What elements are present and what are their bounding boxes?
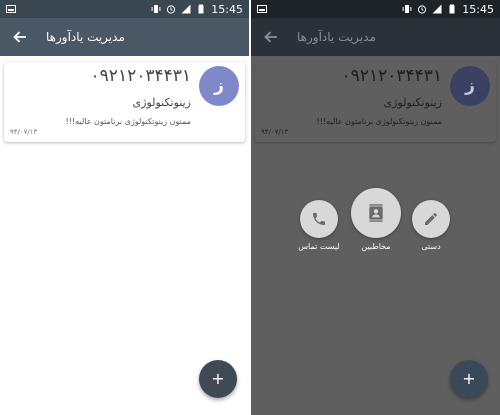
phone-number: ۰۹۲۱۲۰۳۴۴۳۱ bbox=[90, 66, 191, 86]
add-reminder-button[interactable]: + bbox=[199, 360, 237, 398]
reminder-message: ممنون زینوتکنولوژی برنامتون عالیه!!! bbox=[316, 117, 442, 126]
screen-reminder-list: 15:45 مدیریت یادآورها ز ۰۹۲۱۲۰۳۴۴۳۱ زینو… bbox=[0, 0, 249, 415]
battery-icon bbox=[449, 4, 455, 14]
arrow-left-icon bbox=[264, 31, 277, 43]
arrow-left-icon bbox=[13, 31, 26, 43]
vibrate-icon bbox=[151, 5, 161, 13]
add-reminder-button[interactable]: + bbox=[450, 360, 488, 398]
status-bar: 15:45 bbox=[251, 0, 500, 18]
plus-icon: + bbox=[462, 369, 476, 388]
signal-icon bbox=[181, 4, 191, 14]
option-contacts[interactable]: مخاطبین bbox=[350, 188, 402, 251]
option-call-list[interactable]: لیست تماس bbox=[298, 200, 340, 251]
signal-icon bbox=[432, 4, 442, 14]
status-time: 15:45 bbox=[462, 2, 494, 16]
back-button[interactable] bbox=[261, 27, 281, 47]
reminder-card[interactable]: ز ۰۹۲۱۲۰۳۴۴۳۱ زینوتکنولوژی ممنون زینوتکن… bbox=[4, 62, 245, 142]
pencil-icon bbox=[425, 213, 437, 225]
vibrate-icon bbox=[402, 5, 412, 13]
image-notification-icon bbox=[6, 5, 16, 13]
contacts-button[interactable] bbox=[351, 188, 401, 238]
manual-entry-button[interactable] bbox=[412, 200, 450, 238]
contact-name: زینوتکنولوژی bbox=[383, 96, 442, 109]
image-notification-icon bbox=[257, 5, 267, 13]
option-manual[interactable]: دستی bbox=[411, 200, 451, 251]
alarm-icon bbox=[418, 5, 427, 14]
status-time: 15:45 bbox=[211, 2, 243, 16]
screen-add-options: 15:45 مدیریت یادآورها ز ۰۹۲۱۲۰۳۴۴۳۱ زینو… bbox=[251, 0, 500, 415]
app-bar: مدیریت یادآورها bbox=[0, 18, 249, 56]
alarm-icon bbox=[167, 5, 176, 14]
page-title: مدیریت یادآورها bbox=[297, 30, 376, 44]
contacts-label: مخاطبین bbox=[361, 242, 391, 251]
contact-name: زینوتکنولوژی bbox=[132, 96, 191, 109]
reminder-card: ز ۰۹۲۱۲۰۳۴۴۳۱ زینوتکنولوژی ممنون زینوتکن… bbox=[255, 62, 496, 142]
reminder-message: ممنون زینوتکنولوژی برنامتون عالیه!!! bbox=[65, 117, 191, 126]
avatar: ز bbox=[450, 66, 490, 106]
avatar: ز bbox=[199, 66, 239, 106]
reminder-date: ۹۴/۰۷/۱۳ bbox=[261, 128, 289, 136]
battery-icon bbox=[198, 4, 204, 14]
manual-label: دستی bbox=[421, 242, 441, 251]
contacts-icon bbox=[369, 204, 383, 222]
status-bar: 15:45 bbox=[0, 0, 249, 18]
phone-icon bbox=[313, 213, 325, 225]
phone-number: ۰۹۲۱۲۰۳۴۴۳۱ bbox=[341, 66, 442, 86]
call-list-label: لیست تماس bbox=[298, 242, 340, 251]
plus-icon: + bbox=[211, 369, 225, 388]
call-list-button[interactable] bbox=[300, 200, 338, 238]
reminder-date: ۹۴/۰۷/۱۳ bbox=[10, 128, 38, 136]
back-button[interactable] bbox=[10, 27, 30, 47]
page-title: مدیریت یادآورها bbox=[46, 30, 125, 44]
app-bar: مدیریت یادآورها bbox=[251, 18, 500, 56]
